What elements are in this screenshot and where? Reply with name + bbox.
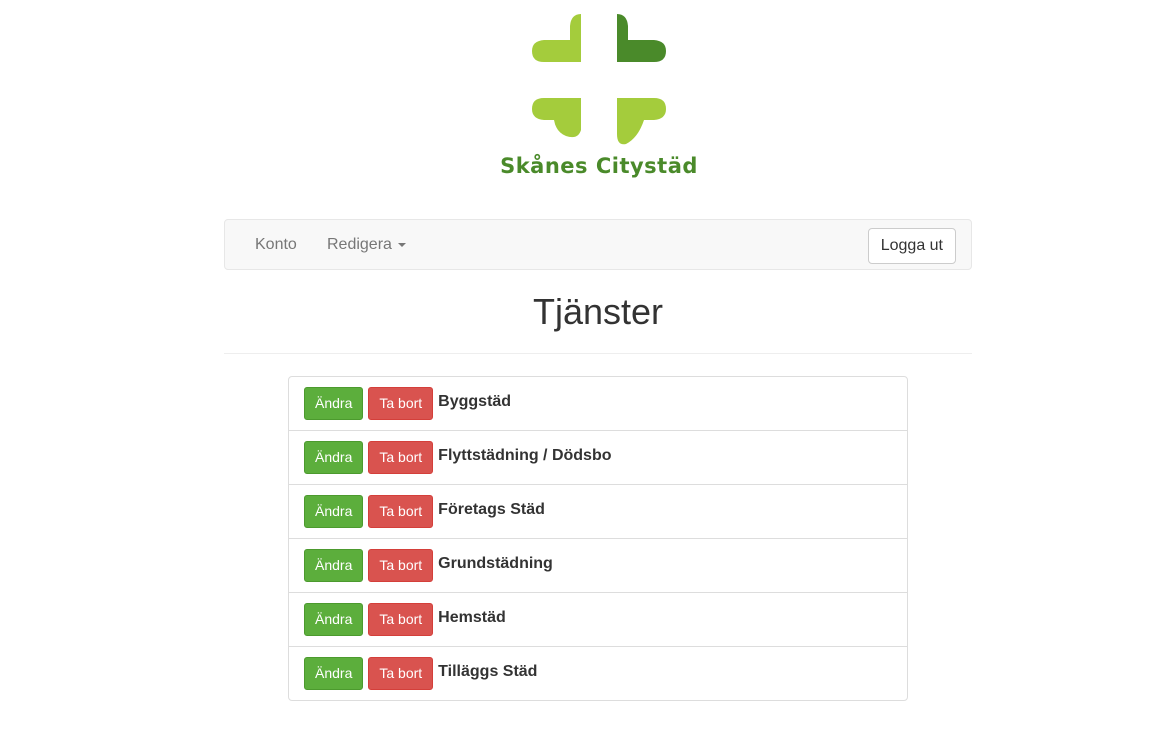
divider [224, 353, 972, 354]
edit-button[interactable]: Ändra [304, 549, 364, 582]
delete-button[interactable]: Ta bort [368, 603, 434, 636]
delete-button[interactable]: Ta bort [368, 441, 434, 474]
page-title: Tjänster [532, 291, 664, 332]
delete-button[interactable]: Ta bort [368, 549, 434, 582]
delete-button[interactable]: Ta bort [368, 387, 434, 420]
delete-button[interactable]: Ta bort [368, 657, 434, 690]
edit-button[interactable]: Ändra [304, 441, 364, 474]
service-name: Flyttstädning / Dödsbo [438, 447, 612, 464]
caret-down-icon [397, 242, 406, 247]
brand-name: Skånes Citystäd [500, 154, 698, 178]
logout-button[interactable]: Logga ut [867, 228, 956, 264]
service-name: Företags Städ [438, 501, 545, 518]
logo-petal-top-right [617, 14, 666, 62]
nav-item-redigera[interactable]: Redigera [327, 220, 406, 270]
service-list: Ändra Ta bort Byggstäd Ändra Ta bort Fly… [288, 376, 908, 701]
nav-item-konto[interactable]: Konto [255, 220, 297, 270]
edit-button[interactable]: Ändra [304, 495, 364, 528]
edit-button[interactable]: Ändra [304, 657, 364, 690]
logo-petal-bottom-left [532, 98, 581, 138]
service-name: Grundstädning [438, 555, 553, 572]
logo-petal-bottom-right [617, 98, 666, 145]
service-name: Tilläggs Städ [438, 663, 538, 680]
list-item: Ändra Ta bort Tilläggs Städ [289, 646, 907, 700]
logo: Skånes Citystäd [498, 12, 700, 186]
logo-petal-top-left [532, 14, 581, 62]
list-item: Ändra Ta bort Hemstäd [289, 592, 907, 646]
edit-button[interactable]: Ändra [304, 387, 364, 420]
delete-button[interactable]: Ta bort [368, 495, 434, 528]
nav-item-redigera-label: Redigera [327, 236, 392, 253]
service-name: Hemstäd [438, 609, 506, 626]
clover-logo-icon [532, 14, 666, 145]
list-item: Ändra Ta bort Flyttstädning / Dödsbo [289, 430, 907, 484]
navbar: Konto Redigera Logga ut [224, 219, 972, 270]
service-name: Byggstäd [438, 393, 512, 410]
list-item: Ändra Ta bort Företags Städ [289, 484, 907, 538]
list-item: Ändra Ta bort Grundstädning [289, 538, 907, 592]
list-item: Ändra Ta bort Byggstäd [289, 377, 907, 430]
edit-button[interactable]: Ändra [304, 603, 364, 636]
